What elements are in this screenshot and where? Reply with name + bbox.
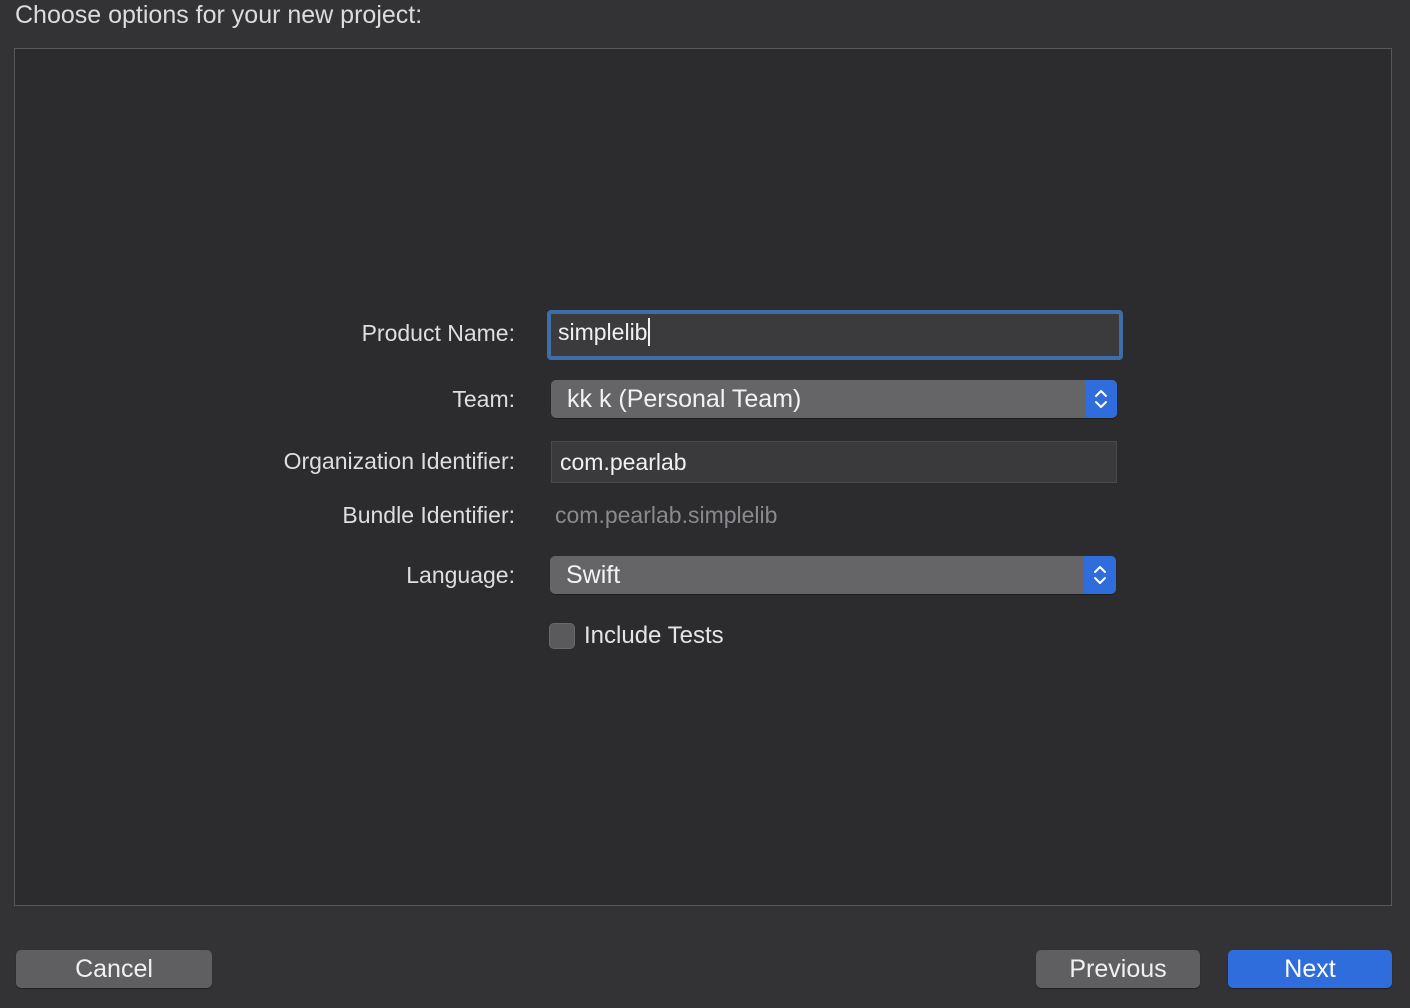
language-popup-button[interactable]: Swift [550,556,1116,594]
include-tests-label[interactable]: Include Tests [584,622,724,650]
product-name-label: Product Name: [361,320,515,346]
next-button[interactable]: Next [1228,950,1392,988]
chevron-up-down-icon [1084,556,1116,594]
text-caret [648,317,651,346]
team-popup-button[interactable]: kk k (Personal Team) [551,380,1117,418]
language-label: Language: [406,562,515,588]
team-label: Team: [452,386,515,412]
dialog-heading: Choose options for your new project: [15,1,423,29]
organization-identifier-field[interactable]: com.pearlab [551,441,1117,483]
product-name-value: simplelib [558,319,648,345]
chevron-up-down-icon [1085,380,1117,418]
previous-button[interactable]: Previous [1036,950,1200,988]
cancel-button[interactable]: Cancel [16,950,212,988]
bundle-identifier-label: Bundle Identifier: [342,502,515,528]
options-panel: Product Name: simplelib Team: kk k (Pers… [14,48,1392,906]
include-tests-checkbox[interactable] [549,623,575,649]
team-selected-value: kk k (Personal Team) [567,385,802,413]
new-project-options-dialog: Choose options for your new project: Pro… [0,0,1410,1008]
organization-identifier-label: Organization Identifier: [283,448,515,474]
language-selected-value: Swift [566,561,621,589]
product-name-field[interactable]: simplelib [547,310,1123,360]
bundle-identifier-value: com.pearlab.simplelib [555,502,778,528]
include-tests-checkbox-control[interactable]: Include Tests [549,622,724,650]
